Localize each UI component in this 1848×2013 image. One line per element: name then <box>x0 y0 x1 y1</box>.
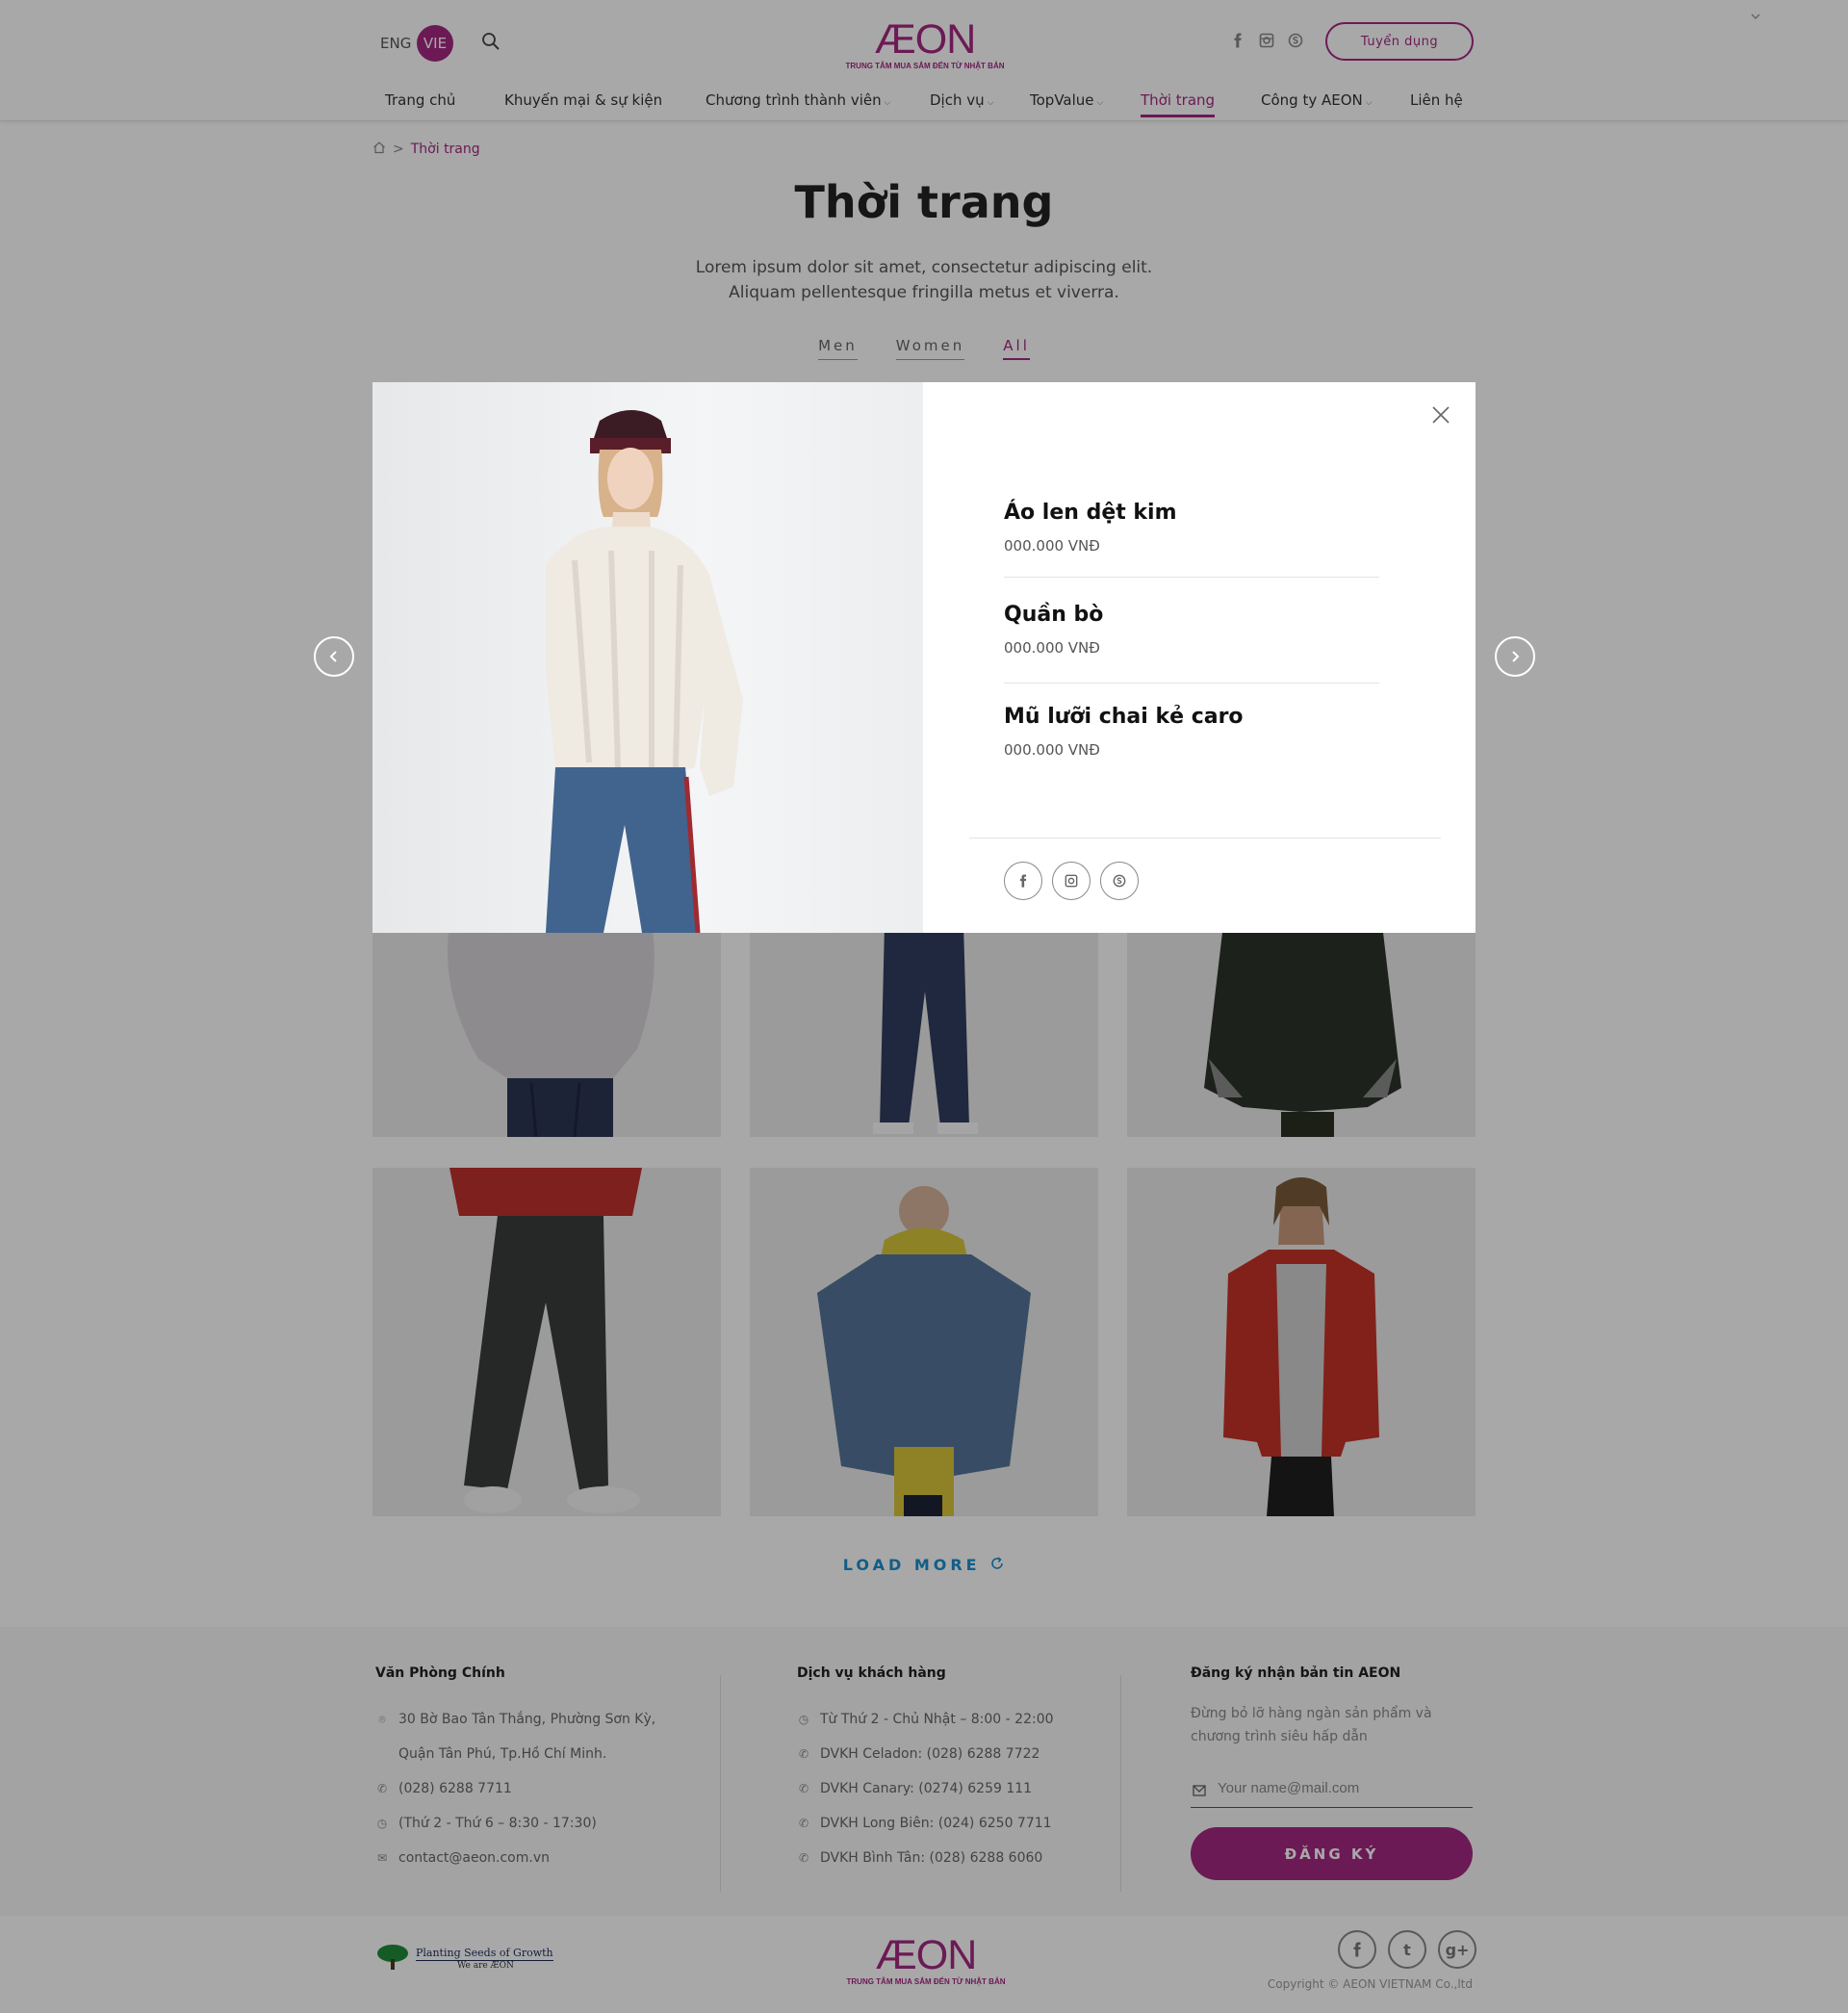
modal-product-image <box>372 382 923 933</box>
chevron-right-icon[interactable] <box>1495 636 1535 677</box>
modal-item-price: 000.000 VNĐ <box>1004 537 1100 555</box>
facebook-icon[interactable] <box>1004 862 1042 900</box>
modal-divider <box>1004 683 1379 684</box>
modal-item-price: 000.000 VNĐ <box>1004 741 1100 759</box>
modal-item-name: Quần bò <box>1004 603 1104 627</box>
modal-social-share <box>1004 862 1139 900</box>
modal-item-name: Áo len dệt kim <box>1004 501 1177 525</box>
close-icon[interactable] <box>1431 405 1450 428</box>
modal-product-item[interactable]: Áo len dệt kim 000.000 VNĐ <box>1004 501 1379 555</box>
modal-overlay[interactable] <box>0 0 1848 2013</box>
modal-product-item[interactable]: Mũ lưỡi chai kẻ caro 000.000 VNĐ <box>1004 705 1379 759</box>
modal-divider <box>1004 577 1379 578</box>
model-photo-white-sweater <box>546 410 743 933</box>
skype-icon[interactable] <box>1100 862 1139 900</box>
modal-divider <box>969 838 1441 839</box>
modal-item-name: Mũ lưỡi chai kẻ caro <box>1004 705 1244 729</box>
modal-product-item[interactable]: Quần bò 000.000 VNĐ <box>1004 603 1379 657</box>
chevron-left-icon[interactable] <box>314 636 354 677</box>
modal-item-price: 000.000 VNĐ <box>1004 639 1100 657</box>
product-quickview-modal: Áo len dệt kim 000.000 VNĐ Quần bò 000.0… <box>372 382 1476 933</box>
instagram-icon[interactable] <box>1052 862 1091 900</box>
